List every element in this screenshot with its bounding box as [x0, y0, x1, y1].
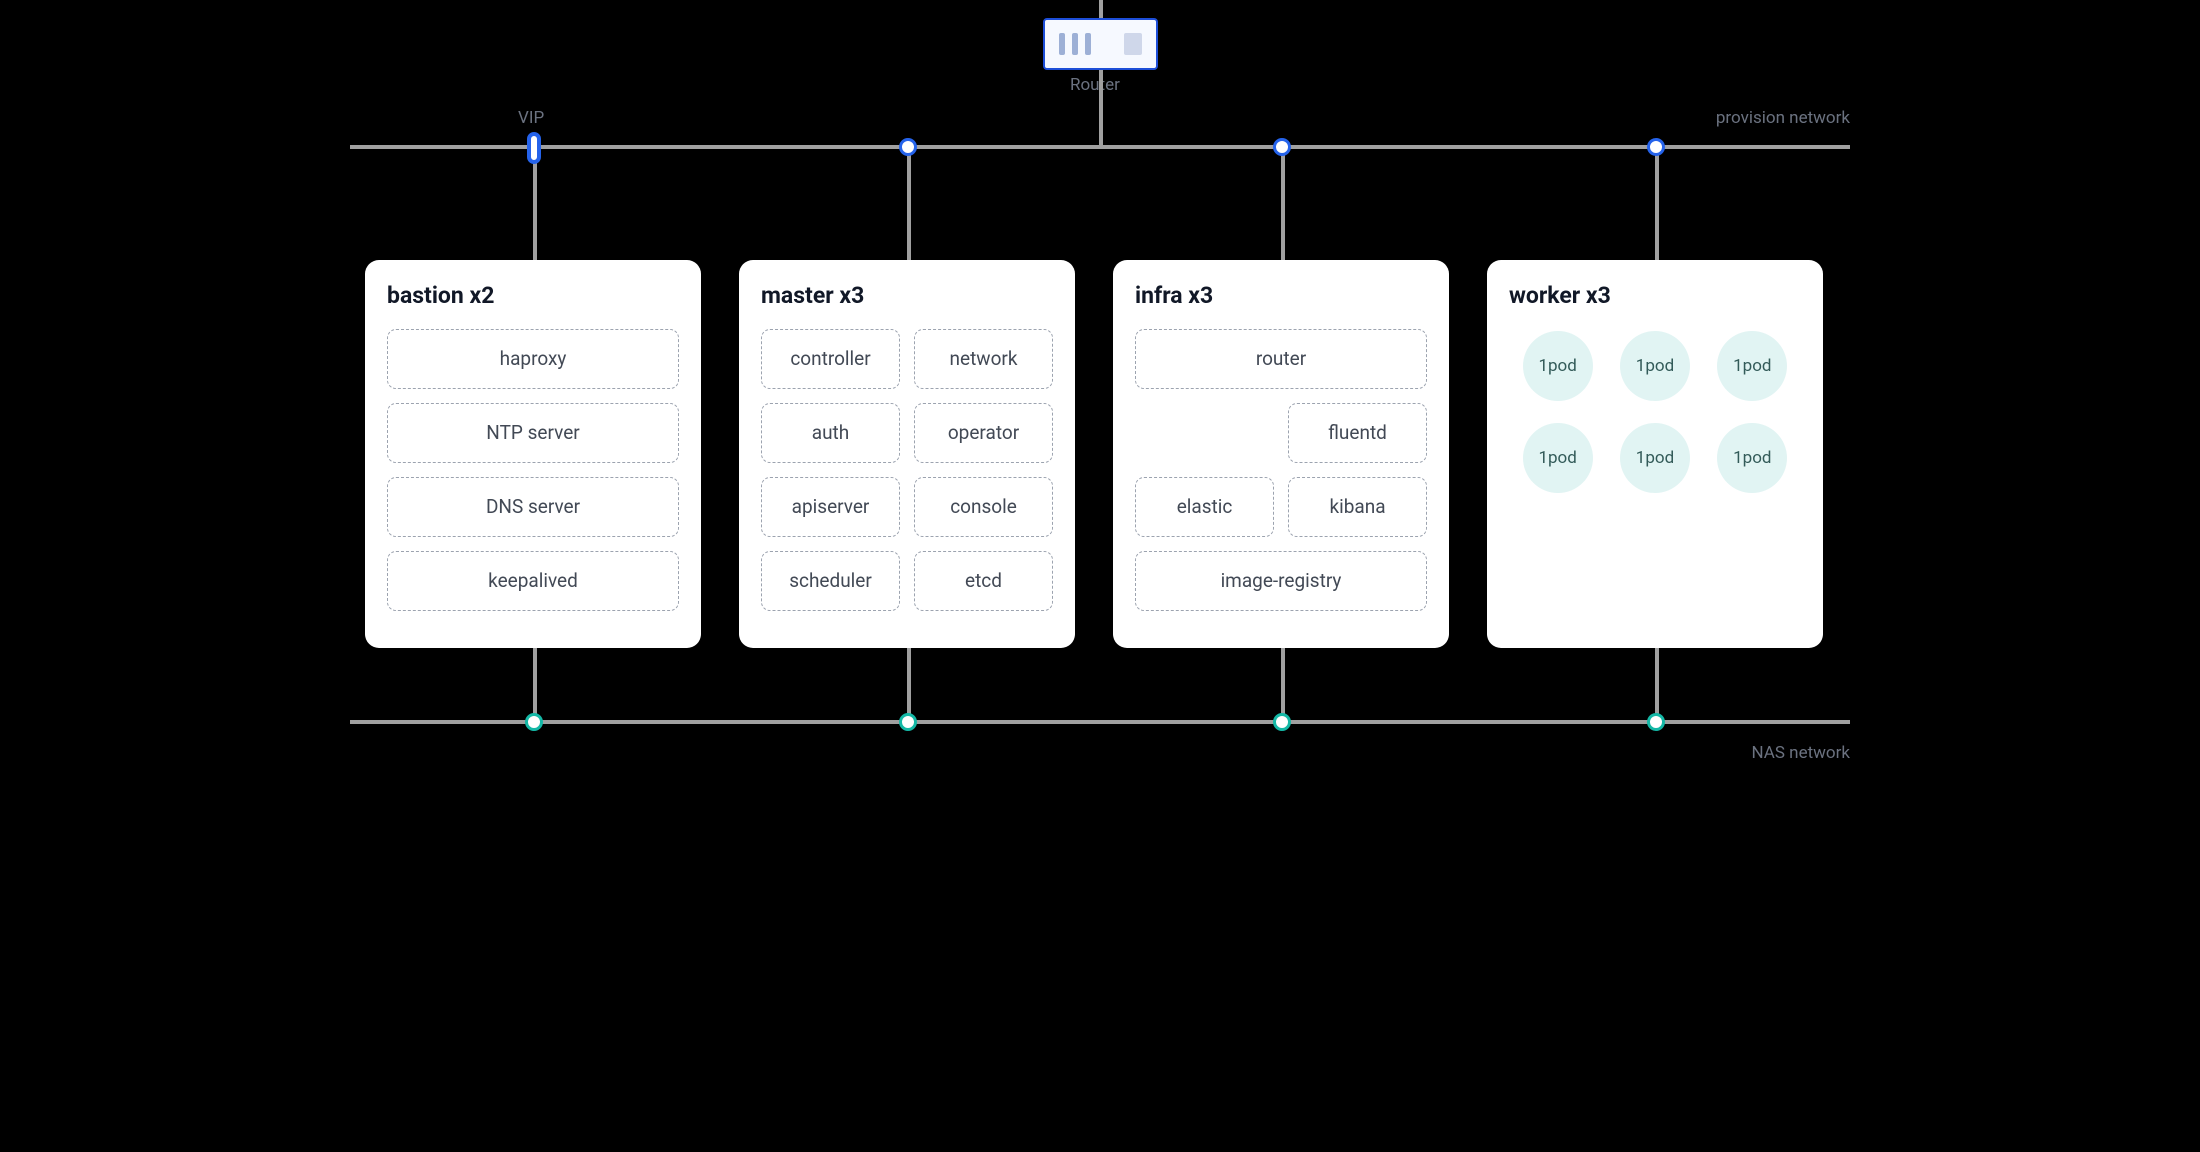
vip-marker-icon — [527, 132, 541, 164]
router-uplink-line — [1099, 0, 1103, 18]
node-blue-worker — [1647, 138, 1665, 156]
chip-fluentd: fluentd — [1288, 403, 1427, 463]
card-infra-title: infra x3 — [1135, 282, 1427, 309]
drop-master-teal — [907, 648, 911, 722]
node-teal-worker — [1647, 713, 1665, 731]
chip-keepalived: keepalived — [387, 551, 679, 611]
card-worker: worker x3 1pod 1pod 1pod 1pod 1pod 1pod — [1487, 260, 1823, 648]
nas-network-label: NAS network — [1752, 743, 1851, 763]
drop-worker-teal — [1655, 648, 1659, 722]
pod-2: 1pod — [1620, 331, 1690, 401]
provision-network-label: provision network — [1716, 108, 1850, 128]
chip-haproxy: haproxy — [387, 329, 679, 389]
chip-scheduler: scheduler — [761, 551, 900, 611]
card-bastion-title: bastion x2 — [387, 282, 679, 309]
chip-controller: controller — [761, 329, 900, 389]
chip-elastic: elastic — [1135, 477, 1274, 537]
card-master: master x3 controller network auth operat… — [739, 260, 1075, 648]
pod-5: 1pod — [1620, 423, 1690, 493]
chip-dns-server: DNS server — [387, 477, 679, 537]
chip-etcd: etcd — [914, 551, 1053, 611]
drop-infra-blue — [1281, 145, 1285, 260]
card-worker-title: worker x3 — [1509, 282, 1801, 309]
card-infra: infra x3 router fluentd elastic kibana i… — [1113, 260, 1449, 648]
node-blue-master — [899, 138, 917, 156]
drop-infra-teal — [1281, 648, 1285, 722]
chip-kibana: kibana — [1288, 477, 1427, 537]
node-teal-infra — [1273, 713, 1291, 731]
card-bastion: bastion x2 haproxy NTP server DNS server… — [365, 260, 701, 648]
chip-console: console — [914, 477, 1053, 537]
nas-bus-line — [350, 720, 1850, 724]
pod-1: 1pod — [1523, 331, 1593, 401]
vip-label: VIP — [518, 108, 544, 128]
router-downlink-line — [1099, 70, 1103, 147]
drop-bastion-teal — [533, 648, 537, 722]
router-icon — [1043, 18, 1158, 70]
drop-worker-blue — [1655, 145, 1659, 260]
router-label: Router — [1070, 75, 1120, 95]
chip-apiserver: apiserver — [761, 477, 900, 537]
node-blue-infra — [1273, 138, 1291, 156]
chip-router: router — [1135, 329, 1427, 389]
chip-image-registry: image-registry — [1135, 551, 1427, 611]
drop-master-blue — [907, 145, 911, 260]
chip-ntp-server: NTP server — [387, 403, 679, 463]
node-teal-master — [899, 713, 917, 731]
chip-operator: operator — [914, 403, 1053, 463]
diagram-stage: Router VIP provision network NAS network… — [350, 0, 1850, 785]
pod-3: 1pod — [1717, 331, 1787, 401]
node-teal-bastion — [525, 713, 543, 731]
pod-4: 1pod — [1523, 423, 1593, 493]
card-master-title: master x3 — [761, 282, 1053, 309]
chip-auth: auth — [761, 403, 900, 463]
chip-network: network — [914, 329, 1053, 389]
pod-6: 1pod — [1717, 423, 1787, 493]
